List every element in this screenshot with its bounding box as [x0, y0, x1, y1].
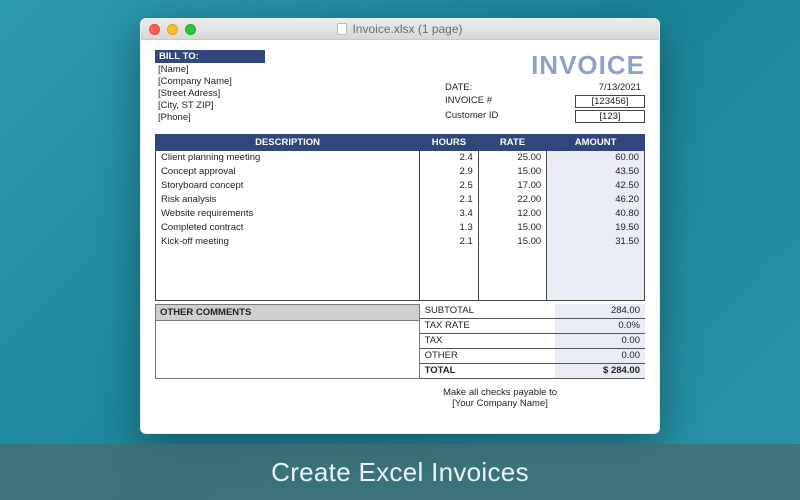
cell-rate: 12.00	[478, 207, 546, 221]
table-row: Client planning meeting2.425.0060.00	[156, 151, 645, 165]
payable-line1: Make all checks payable to	[355, 387, 645, 398]
cell-hours: 3.4	[420, 207, 479, 221]
cell-desc: Storyboard concept	[156, 179, 420, 193]
cell-amount: 43.50	[547, 165, 645, 179]
bill-company: [Company Name]	[155, 75, 355, 87]
cell-rate: 17.00	[478, 179, 546, 193]
cell-rate: 15.00	[478, 165, 546, 179]
date-value: 7/13/2021	[575, 82, 645, 93]
invoice-number-label: INVOICE #	[445, 95, 492, 108]
close-icon[interactable]	[149, 24, 160, 35]
taxrate-label: TAX RATE	[420, 318, 555, 333]
cell-amount: 31.50	[547, 235, 645, 249]
invoice-number-value: [123456]	[575, 95, 645, 108]
cell-hours: 1.3	[420, 221, 479, 235]
caption-text: Create Excel Invoices	[271, 457, 529, 488]
col-amount: AMOUNT	[547, 135, 645, 151]
col-hours: HOURS	[420, 135, 479, 151]
table-row: Concept approval2.915.0043.50	[156, 165, 645, 179]
comments-body[interactable]	[155, 321, 420, 379]
cell-desc: Completed contract	[156, 221, 420, 235]
bill-city: [City, ST ZIP]	[155, 99, 355, 111]
col-rate: RATE	[478, 135, 546, 151]
window-title: Invoice.xlsx (1 page)	[141, 22, 659, 36]
zoom-icon[interactable]	[185, 24, 196, 35]
cell-rate: 15.00	[478, 221, 546, 235]
cell-rate: 15.00	[478, 235, 546, 249]
table-row: Website requirements3.412.0040.80	[156, 207, 645, 221]
titlebar[interactable]: Invoice.xlsx (1 page)	[141, 19, 659, 40]
bill-to-block: BILL TO: [Name] [Company Name] [Street A…	[155, 50, 355, 124]
cell-desc: Client planning meeting	[156, 151, 420, 165]
date-label: DATE:	[445, 82, 472, 93]
tax-label: TAX	[420, 333, 555, 348]
cell-hours: 2.1	[420, 235, 479, 249]
table-row-empty	[156, 249, 645, 301]
minimize-icon[interactable]	[167, 24, 178, 35]
summary-table: SUBTOTAL284.00 TAX RATE0.0% TAX0.00 OTHE…	[420, 304, 645, 379]
cell-amount: 42.50	[547, 179, 645, 193]
line-items-table: DESCRIPTION HOURS RATE AMOUNT Client pla…	[155, 134, 645, 301]
bill-to-header: BILL TO:	[155, 50, 265, 63]
cell-hours: 2.4	[420, 151, 479, 165]
cell-hours: 2.9	[420, 165, 479, 179]
cell-hours: 2.5	[420, 179, 479, 193]
cell-desc: Website requirements	[156, 207, 420, 221]
window-title-text: Invoice.xlsx (1 page)	[352, 22, 462, 36]
cell-rate: 22.00	[478, 193, 546, 207]
cell-amount: 40.80	[547, 207, 645, 221]
document-icon	[337, 23, 347, 35]
customer-id-label: Customer ID	[445, 110, 498, 123]
caption-bar: Create Excel Invoices	[0, 444, 800, 500]
invoice-document: BILL TO: [Name] [Company Name] [Street A…	[141, 40, 659, 419]
payable-line2: [Your Company Name]	[355, 398, 645, 409]
table-row: Risk analysis2.122.0046.20	[156, 193, 645, 207]
bill-phone: [Phone]	[155, 111, 355, 123]
other-value: 0.00	[555, 348, 645, 363]
invoice-meta: INVOICE DATE: 7/13/2021 INVOICE # [123456]…	[445, 50, 645, 124]
tax-value: 0.00	[555, 333, 645, 348]
other-label: OTHER	[420, 348, 555, 363]
table-row: Kick-off meeting2.115.0031.50	[156, 235, 645, 249]
cell-amount: 60.00	[547, 151, 645, 165]
col-description: DESCRIPTION	[156, 135, 420, 151]
taxrate-value: 0.0%	[555, 318, 645, 333]
comments-block: OTHER COMMENTS	[155, 304, 420, 379]
cell-rate: 25.00	[478, 151, 546, 165]
table-row: Storyboard concept2.517.0042.50	[156, 179, 645, 193]
payable-note: Make all checks payable to [Your Company…	[155, 387, 645, 409]
invoice-heading: INVOICE	[445, 50, 645, 81]
cell-hours: 2.1	[420, 193, 479, 207]
customer-id-value: [123]	[575, 110, 645, 123]
subtotal-label: SUBTOTAL	[420, 304, 555, 318]
bill-name: [Name]	[155, 63, 355, 75]
table-row: Completed contract1.315.0019.50	[156, 221, 645, 235]
cell-amount: 19.50	[547, 221, 645, 235]
bill-street: [Street Adress]	[155, 87, 355, 99]
cell-desc: Kick-off meeting	[156, 235, 420, 249]
traffic-lights	[149, 24, 196, 35]
subtotal-value: 284.00	[555, 304, 645, 318]
cell-desc: Concept approval	[156, 165, 420, 179]
document-window: Invoice.xlsx (1 page) BILL TO: [Name] [C…	[140, 18, 660, 434]
comments-header: OTHER COMMENTS	[155, 304, 420, 321]
total-value: $ 284.00	[555, 363, 645, 378]
total-label: TOTAL	[420, 363, 555, 378]
cell-amount: 46.20	[547, 193, 645, 207]
cell-desc: Risk analysis	[156, 193, 420, 207]
